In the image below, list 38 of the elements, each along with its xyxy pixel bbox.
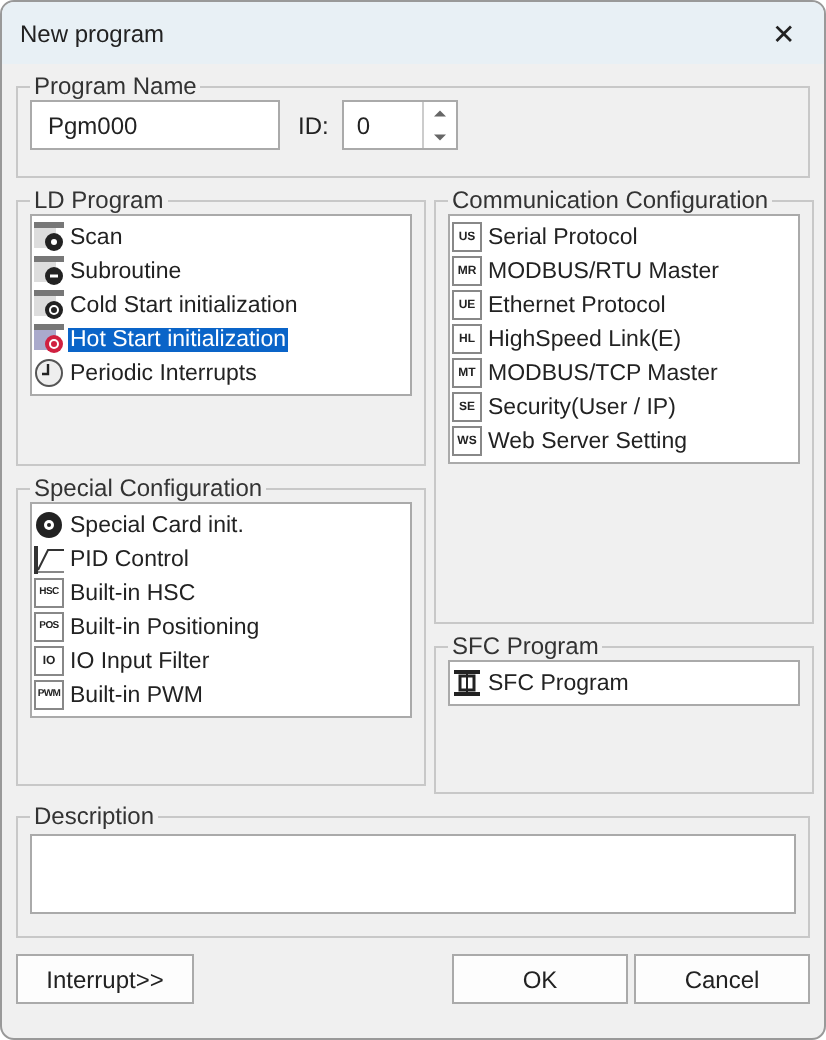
list-item[interactable]: Cold Start initialization [68,293,300,317]
list-item[interactable]: PID Control [68,547,191,571]
group-title: Special Configuration [32,474,265,502]
id-spinbox[interactable]: 0 [342,100,459,150]
list-item[interactable]: SFC Program [486,671,631,695]
list-item[interactable]: Web Server Setting [486,429,690,453]
interrupt-button[interactable]: Interrupt>> [16,954,194,1004]
group-title: Description [32,802,157,830]
id-label: ID: [298,111,329,139]
group-title: SFC Program [450,632,601,660]
clock-icon [34,358,64,388]
pid-icon [34,544,64,574]
cancel-button[interactable]: Cancel [634,954,810,1004]
window-title: New program [20,19,165,47]
list-box[interactable]: SFC Program [448,660,800,706]
list-box[interactable]: Scan Subroutine Cold Start initialization Hot Start initialization Periodic Interrupts [30,214,412,396]
list-item[interactable]: Scan [68,225,125,249]
list-item[interactable]: Security(User / IP) [486,395,678,419]
group-title: Communication Configuration [450,186,771,214]
list-item[interactable]: Hot Start initialization [68,327,289,351]
list-item[interactable]: Subroutine [68,259,184,283]
description-field[interactable] [30,834,796,914]
list-item[interactable]: Built-in HSC [68,581,198,605]
list-item[interactable]: Ethernet Protocol [486,293,668,317]
group-title: Program Name [32,72,199,100]
name-field[interactable]: Pgm000 [30,100,280,150]
group-title: LD Program [32,186,166,214]
list-item[interactable]: MODBUS/RTU Master [486,259,721,283]
list-item[interactable]: HighSpeed Link(E) [486,327,684,351]
list-item[interactable]: MODBUS/TCP Master [486,361,720,385]
list-item[interactable]: Special Card init. [68,513,246,537]
ok-button[interactable]: OK [452,954,628,1004]
list-item[interactable]: Built-in Positioning [68,615,262,639]
list-item[interactable]: Serial Protocol [486,225,640,249]
close-button[interactable]: ✕ [744,2,824,64]
list-item[interactable]: Periodic Interrupts [68,361,259,385]
list-item[interactable]: Built-in PWM [68,683,205,707]
list-item[interactable]: IO Input Filter [68,649,212,673]
